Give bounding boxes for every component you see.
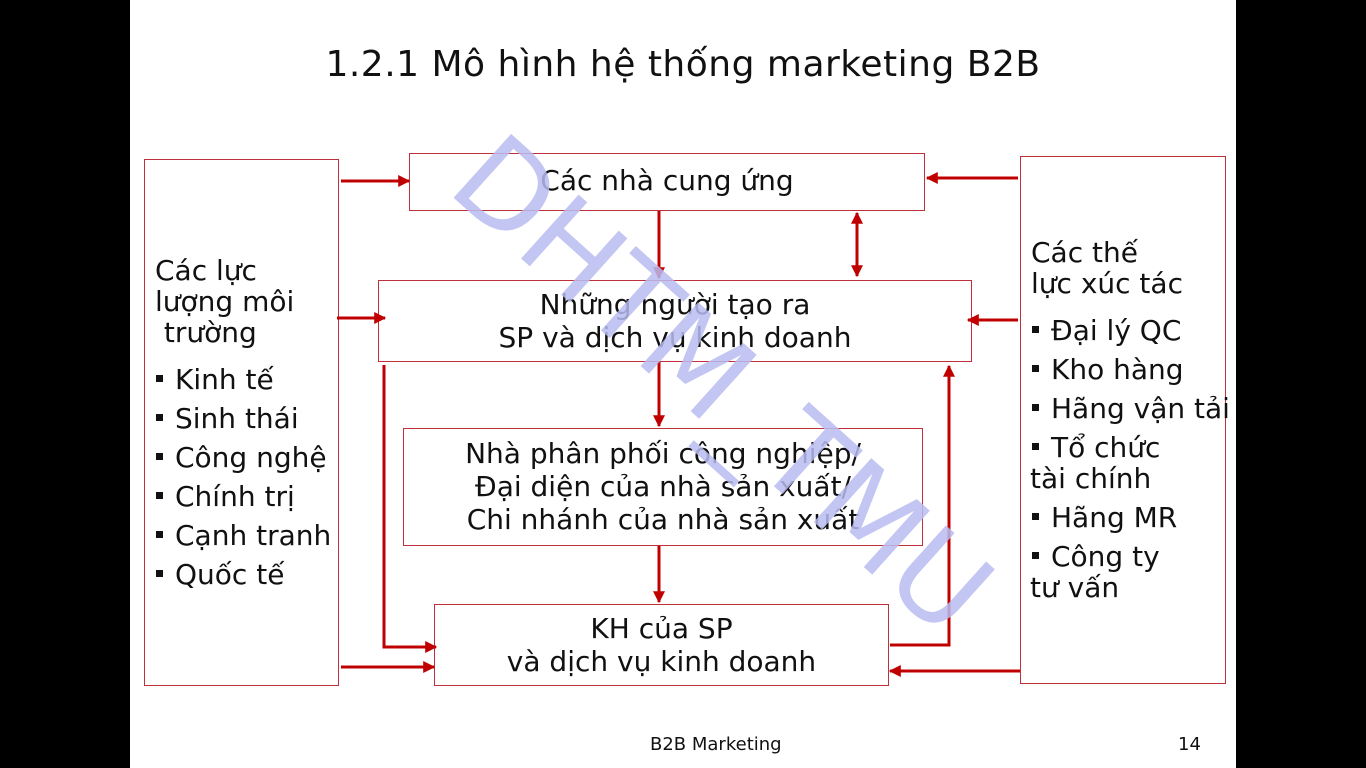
watermark-text: DHTM_TMU: [426, 108, 1018, 661]
connector-arrows: DHTM_TMU: [337, 108, 1020, 677]
slide: 1.2.1 Mô hình hệ thống marketing B2B Các…: [130, 0, 1236, 768]
arrow-producers-to-customers: [382, 365, 438, 653]
page-number: 14: [1178, 734, 1201, 755]
footer-text: B2B Marketing: [650, 734, 782, 755]
